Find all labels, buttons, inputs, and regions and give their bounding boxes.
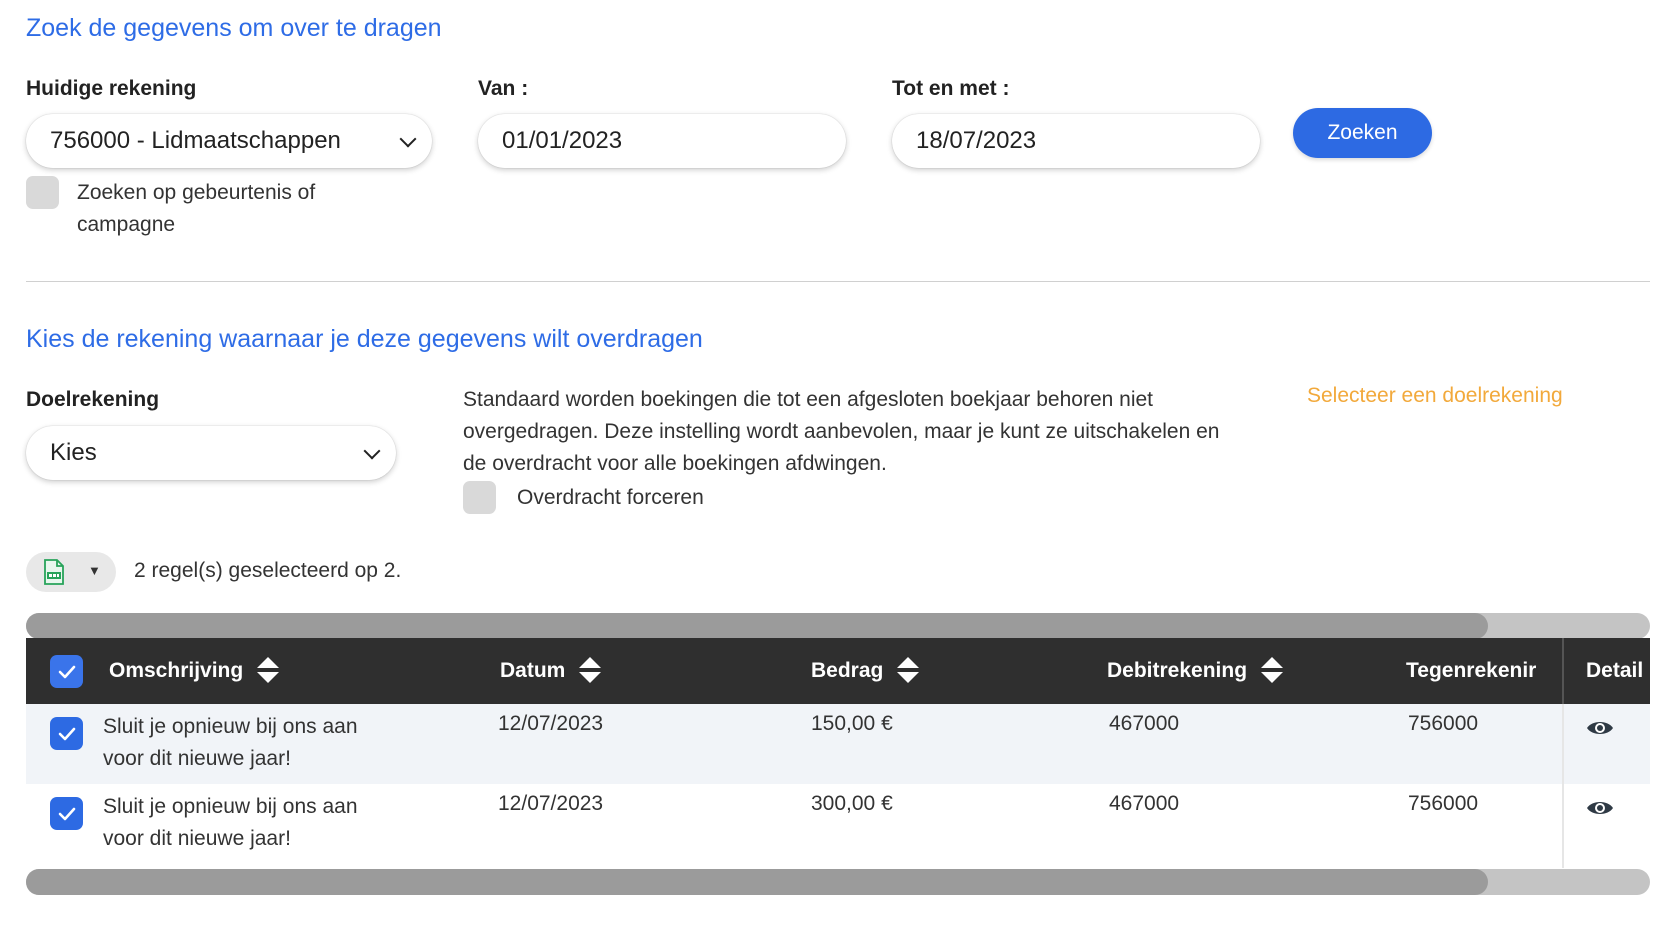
checkmark-icon	[58, 665, 75, 678]
row-description-line1: Sluit je opnieuw bij ons aan	[103, 715, 358, 738]
row-date: 12/07/2023	[498, 712, 604, 735]
column-header-date[interactable]: Datum	[500, 638, 602, 704]
row-description-line2: voor dit nieuwe jaar!	[103, 747, 291, 770]
spreadsheet-export-icon	[44, 559, 64, 585]
column-header-debit-label: Debitrekening	[1107, 659, 1248, 682]
table-scrollbar-top-thumb[interactable]	[26, 613, 1488, 639]
column-header-debit-account[interactable]: Debitrekening	[1107, 638, 1284, 704]
transfer-info-line1: Standaard worden boekingen die tot een a…	[463, 388, 1154, 411]
row-description-line2: voor dit nieuwe jaar!	[103, 827, 291, 850]
row-description: Sluit je opnieuw bij ons aan voor dit ni…	[103, 791, 358, 855]
sort-icon	[257, 657, 280, 685]
eye-icon[interactable]	[1586, 718, 1614, 738]
force-transfer-label: Overdracht forceren	[517, 486, 704, 509]
column-header-detail: Detail	[1586, 659, 1644, 682]
event-search-label-line2: campagne	[77, 213, 176, 236]
row-amount: 300,00 €	[811, 792, 893, 815]
target-account-select[interactable]: Kies	[26, 426, 396, 480]
from-date-input[interactable]: 01/01/2023	[478, 114, 846, 168]
transfer-info-line2: overgedragen. Deze instelling wordt aanb…	[463, 420, 1220, 443]
from-date-label: Van :	[478, 77, 529, 100]
row-description-line1: Sluit je opnieuw bij ons aan	[103, 795, 358, 818]
table-scrollbar-bottom-thumb[interactable]	[26, 869, 1488, 895]
to-date-value: 18/07/2023	[916, 127, 1037, 154]
sort-icon	[1261, 657, 1284, 685]
event-search-label: Zoeken op gebeurtenis of campagne	[77, 177, 315, 241]
sort-icon	[897, 657, 920, 685]
checkmark-icon	[58, 727, 75, 740]
search-section-title: Zoek de gegevens om over te dragen	[26, 14, 442, 42]
row-debit-account: 467000	[1109, 712, 1180, 735]
table-scrollbar-top[interactable]	[26, 613, 1650, 639]
search-button[interactable]: Zoeken	[1293, 108, 1432, 158]
target-account-value: Kies	[50, 439, 97, 466]
event-search-checkbox[interactable]	[26, 176, 59, 209]
eye-icon[interactable]	[1586, 798, 1614, 818]
export-menu-button[interactable]: ▼	[26, 552, 116, 592]
chevron-down-icon	[399, 130, 417, 148]
current-account-value: 756000 - Lidmaatschappen	[50, 127, 341, 154]
column-header-counter-label: Tegenrekenir	[1406, 659, 1537, 682]
target-account-label: Doelrekening	[26, 388, 160, 411]
chevron-down-icon	[363, 442, 381, 460]
to-date-label: Tot en met :	[892, 77, 1010, 100]
target-section-title: Kies de rekening waarnaar je deze gegeve…	[26, 325, 703, 353]
column-header-amount[interactable]: Bedrag	[811, 638, 920, 704]
transfer-info-text: Standaard worden boekingen die tot een a…	[463, 384, 1263, 480]
event-search-label-line1: Zoeken op gebeurtenis of	[77, 181, 316, 204]
row-date: 12/07/2023	[498, 792, 604, 815]
current-account-select[interactable]: 756000 - Lidmaatschappen	[26, 114, 432, 168]
row-description: Sluit je opnieuw bij ons aan voor dit ni…	[103, 711, 358, 775]
section-divider	[26, 281, 1650, 282]
checkmark-icon	[58, 807, 75, 820]
detail-column-separator	[1562, 704, 1564, 868]
table-row[interactable]: Sluit je opnieuw bij ons aan voor dit ni…	[26, 704, 1650, 784]
table-scrollbar-bottom[interactable]	[26, 869, 1650, 895]
sort-icon	[579, 657, 602, 685]
selection-summary: 2 regel(s) geselecteerd op 2.	[134, 559, 402, 582]
target-account-warning: Selecteer een doelrekening	[1307, 384, 1563, 407]
transactions-table: Omschrijving Datum Bedrag Debitrekening …	[26, 638, 1650, 868]
column-header-description[interactable]: Omschrijving	[109, 638, 280, 704]
from-date-value: 01/01/2023	[502, 127, 623, 154]
row-checkbox[interactable]	[50, 797, 83, 830]
current-account-label: Huidige rekening	[26, 77, 197, 100]
column-header-date-label: Datum	[500, 659, 566, 682]
column-header-description-label: Omschrijving	[109, 659, 244, 682]
detail-column-separator	[1562, 638, 1564, 704]
table-header: Omschrijving Datum Bedrag Debitrekening …	[26, 638, 1650, 704]
row-debit-account: 467000	[1109, 792, 1180, 815]
caret-down-icon: ▼	[88, 563, 101, 578]
transfer-info-line3: de overdracht voor alle boekingen afdwin…	[463, 452, 887, 475]
column-header-amount-label: Bedrag	[811, 659, 884, 682]
table-row[interactable]: Sluit je opnieuw bij ons aan voor dit ni…	[26, 784, 1650, 864]
row-checkbox[interactable]	[50, 717, 83, 750]
row-amount: 150,00 €	[811, 712, 893, 735]
select-all-checkbox[interactable]	[50, 655, 83, 688]
row-counter-account: 756000	[1408, 712, 1479, 735]
to-date-input[interactable]: 18/07/2023	[892, 114, 1260, 168]
column-header-counter-account[interactable]: Tegenrekenir	[1406, 638, 1558, 704]
row-counter-account: 756000	[1408, 792, 1479, 815]
force-transfer-checkbox[interactable]	[463, 481, 496, 514]
